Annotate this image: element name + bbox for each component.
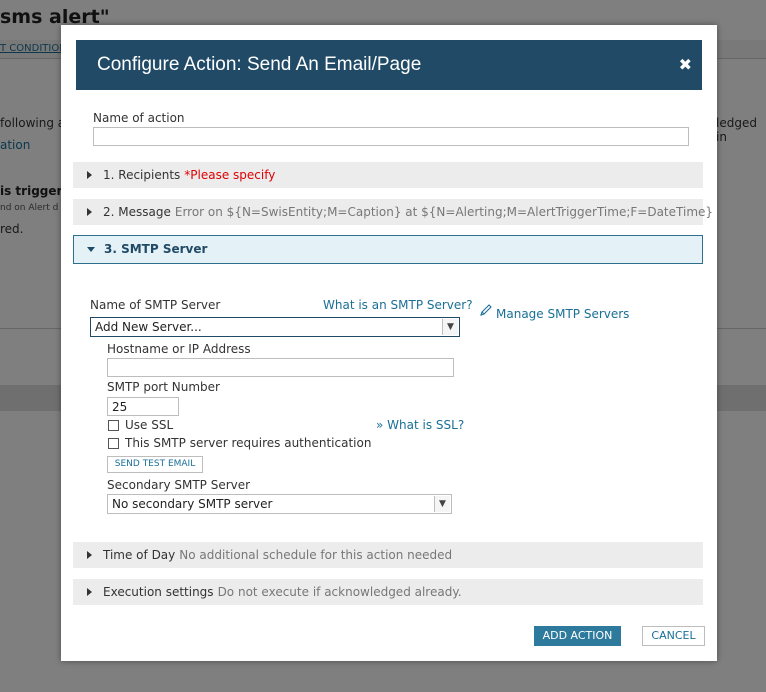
expand-arrow-icon (87, 551, 92, 559)
requires-auth-checkbox[interactable] (108, 438, 119, 449)
cancel-button[interactable]: CANCEL (642, 626, 705, 646)
section-recipients-label: 1. Recipients *Please specify (103, 168, 275, 182)
smtp-server-select[interactable]: Add New Server... ▼ (90, 317, 460, 337)
name-of-action-input[interactable] (93, 127, 689, 146)
port-label: SMTP port Number (107, 380, 220, 394)
section-recipients[interactable]: 1. Recipients *Please specify (73, 162, 703, 188)
secondary-smtp-selected: No secondary SMTP server (112, 497, 273, 511)
section-smtp-server[interactable]: 3. SMTP Server (73, 235, 703, 264)
hostname-input[interactable] (107, 358, 454, 377)
use-ssl-label: Use SSL (125, 418, 174, 432)
smtp-server-selected: Add New Server... (95, 320, 202, 334)
add-action-button[interactable]: ADD ACTION (534, 626, 621, 646)
recipients-warning: *Please specify (184, 168, 276, 182)
time-of-day-title: Time of Day (103, 548, 176, 562)
expand-arrow-icon (87, 208, 92, 216)
configure-action-dialog: Configure Action: Send An Email/Page ✖ N… (61, 25, 717, 661)
chevron-down-icon: ▼ (442, 319, 458, 335)
execution-summary: Do not execute if acknowledged already. (217, 585, 462, 599)
secondary-smtp-label: Secondary SMTP Server (107, 478, 251, 492)
section-time-of-day[interactable]: Time of Day No additional schedule for th… (73, 542, 703, 568)
section-execution-label: Execution settings Do not execute if ackn… (103, 585, 462, 599)
requires-auth-label: This SMTP server requires authentication (125, 436, 372, 450)
what-is-ssl-link[interactable]: » What is SSL? (376, 418, 464, 432)
message-title: 2. Message (103, 205, 171, 219)
execution-title: Execution settings (103, 585, 214, 599)
section-execution-settings[interactable]: Execution settings Do not execute if ackn… (73, 579, 703, 605)
recipients-title: 1. Recipients (103, 168, 181, 182)
use-ssl-checkbox[interactable] (108, 420, 119, 431)
dialog-header: Configure Action: Send An Email/Page ✖ (76, 40, 702, 90)
message-summary: Error on ${N=SwisEntity;M=Caption} at ${… (174, 205, 714, 219)
section-time-of-day-label: Time of Day No additional schedule for th… (103, 548, 452, 562)
dialog-title: Configure Action: Send An Email/Page (97, 54, 422, 75)
section-message-label: 2. Message Error on ${N=SwisEntity;M=Capt… (103, 205, 713, 219)
smtp-server-name-label: Name of SMTP Server (90, 298, 221, 312)
collapse-arrow-icon (87, 247, 95, 252)
expand-arrow-icon (87, 171, 92, 179)
hostname-label: Hostname or IP Address (107, 342, 251, 356)
chevron-down-icon: ▼ (434, 496, 450, 512)
manage-smtp-servers-link[interactable]: Manage SMTP Servers (496, 307, 629, 321)
port-input[interactable] (107, 397, 179, 416)
send-test-email-button[interactable]: SEND TEST EMAIL (107, 456, 203, 473)
name-of-action-label: Name of action (93, 111, 185, 125)
pencil-icon[interactable] (479, 303, 493, 317)
expand-arrow-icon (87, 588, 92, 596)
close-icon[interactable]: ✖ (679, 55, 692, 74)
time-of-day-summary: No additional schedule for this action n… (179, 548, 453, 562)
smtp-section-title: 3. SMTP Server (104, 242, 208, 256)
section-message[interactable]: 2. Message Error on ${N=SwisEntity;M=Capt… (73, 199, 713, 225)
what-is-smtp-link[interactable]: What is an SMTP Server? (323, 298, 473, 312)
secondary-smtp-select[interactable]: No secondary SMTP server ▼ (107, 494, 452, 514)
